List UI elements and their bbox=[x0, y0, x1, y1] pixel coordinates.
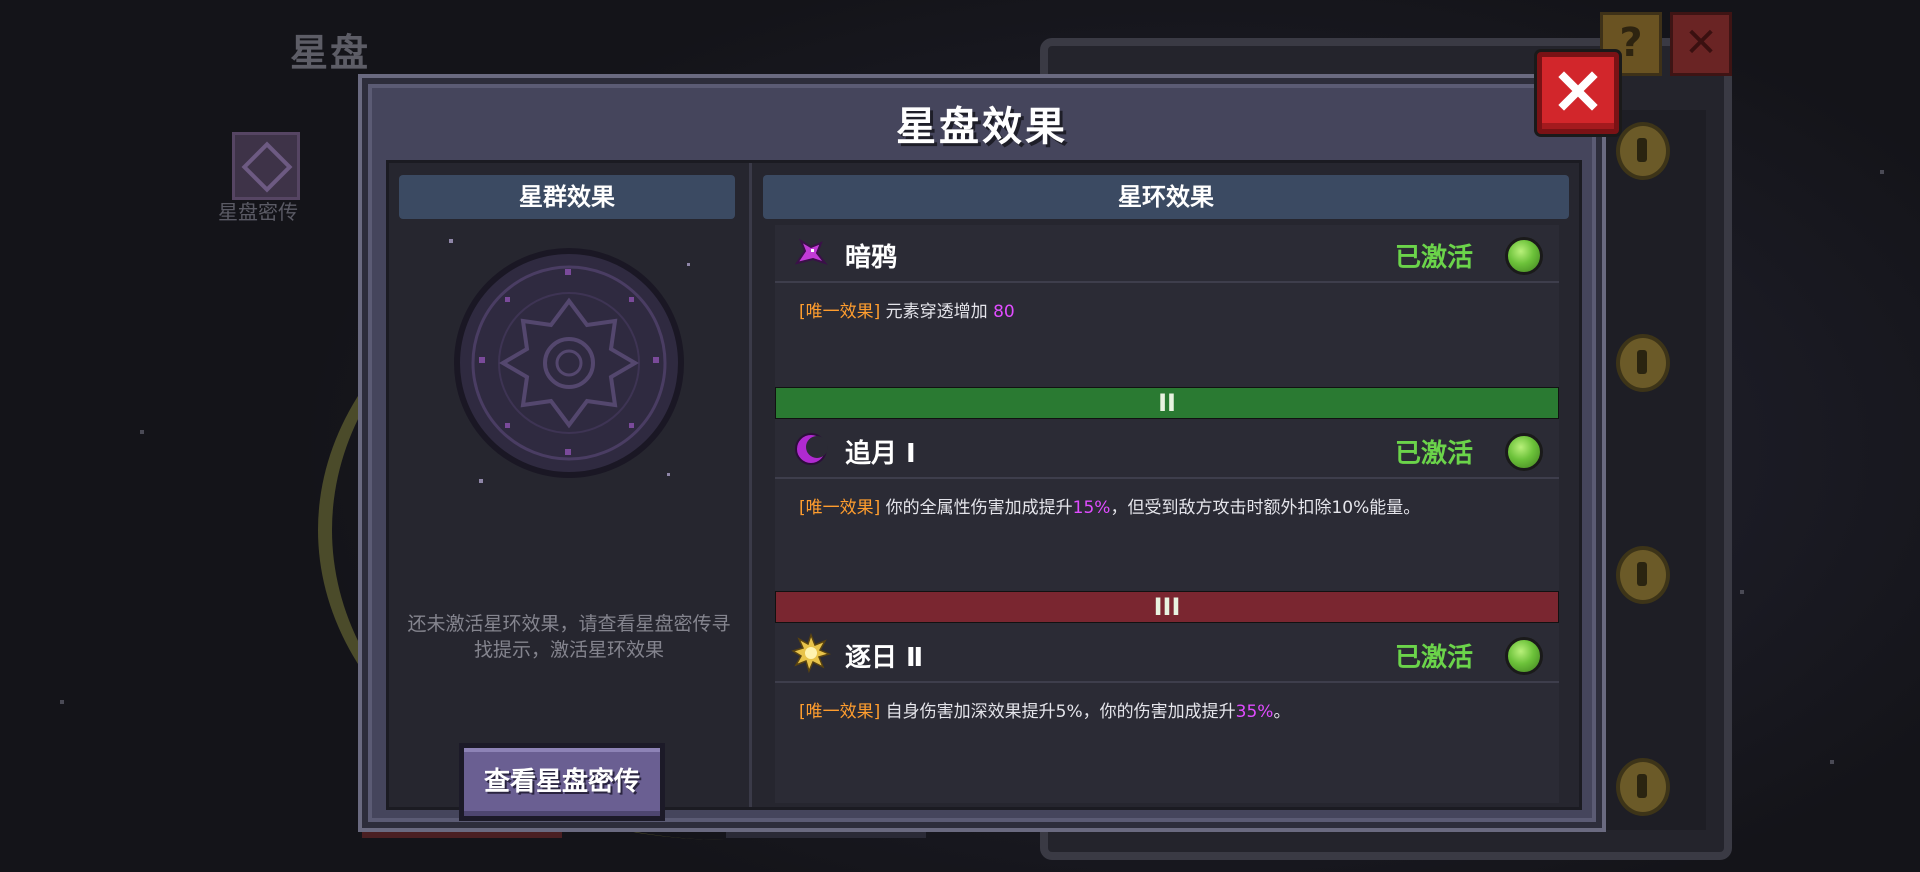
modal-title: 星盘效果 bbox=[896, 104, 1068, 150]
effect-status: 已激活 bbox=[1395, 243, 1474, 273]
effect-description: [唯一效果] 元素穿透增加 80 bbox=[799, 302, 1015, 322]
effect-name: 暗鸦 bbox=[845, 243, 898, 273]
close-icon bbox=[1558, 71, 1598, 111]
star-secret-icon[interactable] bbox=[232, 132, 300, 200]
active-indicator-icon bbox=[1505, 637, 1543, 675]
crescent-moon-icon bbox=[795, 433, 828, 465]
ring-effect-row: 追月 Ⅰ 已激活 bbox=[775, 421, 1559, 479]
ring-effect-list[interactable]: 暗鸦 已激活 [唯一效果] 元素穿透增加 80 II 追月 Ⅰ 已激活 [唯一效… bbox=[775, 225, 1559, 803]
coin-icon[interactable] bbox=[1616, 546, 1670, 604]
active-indicator-icon bbox=[1505, 237, 1543, 275]
view-star-secret-button[interactable]: 查看星盘密传 bbox=[459, 743, 665, 821]
ring-effect-row: 暗鸦 已激活 bbox=[775, 225, 1559, 283]
crow-icon bbox=[794, 238, 828, 266]
star-disc-effect-modal: 星盘效果 星群效果 还未激活星环效果，请查看星盘密传寻找提示，激活星环效果 查看… bbox=[362, 78, 1602, 828]
tier-3-bar: III bbox=[775, 591, 1559, 623]
star-secret-label: 星盘密传 bbox=[218, 200, 298, 224]
no-ring-effect-hint: 还未激活星环效果，请查看星盘密传寻找提示，激活星环效果 bbox=[407, 613, 731, 661]
coin-icon[interactable] bbox=[1616, 122, 1670, 180]
background-side-column bbox=[1596, 110, 1706, 830]
coin-icon[interactable] bbox=[1616, 758, 1670, 816]
constellation-panel: 星群效果 还未激活星环效果，请查看星盘密传寻找提示，激活星环效果 查看星盘密传 bbox=[389, 163, 752, 821]
effect-description: [唯一效果] 你的全属性伤害加成提升15%，但受到敌方攻击时额外扣除10%能量。 bbox=[799, 498, 1421, 518]
effect-status: 已激活 bbox=[1395, 439, 1474, 469]
effect-status: 已激活 bbox=[1395, 643, 1474, 673]
coin-icon[interactable] bbox=[1616, 334, 1670, 392]
modal-close-button[interactable] bbox=[1537, 52, 1619, 134]
ring-effect-header: 星环效果 bbox=[763, 175, 1569, 219]
active-indicator-icon bbox=[1505, 433, 1543, 471]
modal-content: 星群效果 还未激活星环效果，请查看星盘密传寻找提示，激活星环效果 查看星盘密传 … bbox=[386, 160, 1582, 821]
background-page-title: 星盘 bbox=[290, 31, 371, 75]
constellation-effect-header: 星群效果 bbox=[399, 175, 735, 219]
effect-name: 追月 Ⅰ bbox=[845, 439, 916, 469]
ring-effect-row: 逐日 Ⅱ 已激活 bbox=[775, 625, 1559, 683]
background-close-button[interactable]: ✕ bbox=[1670, 12, 1732, 76]
effect-name: 逐日 Ⅱ bbox=[845, 643, 924, 673]
tier-2-bar: II bbox=[775, 387, 1559, 419]
effect-description: [唯一效果] 自身伤害加深效果提升5%，你的伤害加成提升35%。 bbox=[799, 702, 1291, 722]
star-disc-image bbox=[439, 233, 699, 493]
sun-icon bbox=[791, 633, 831, 673]
